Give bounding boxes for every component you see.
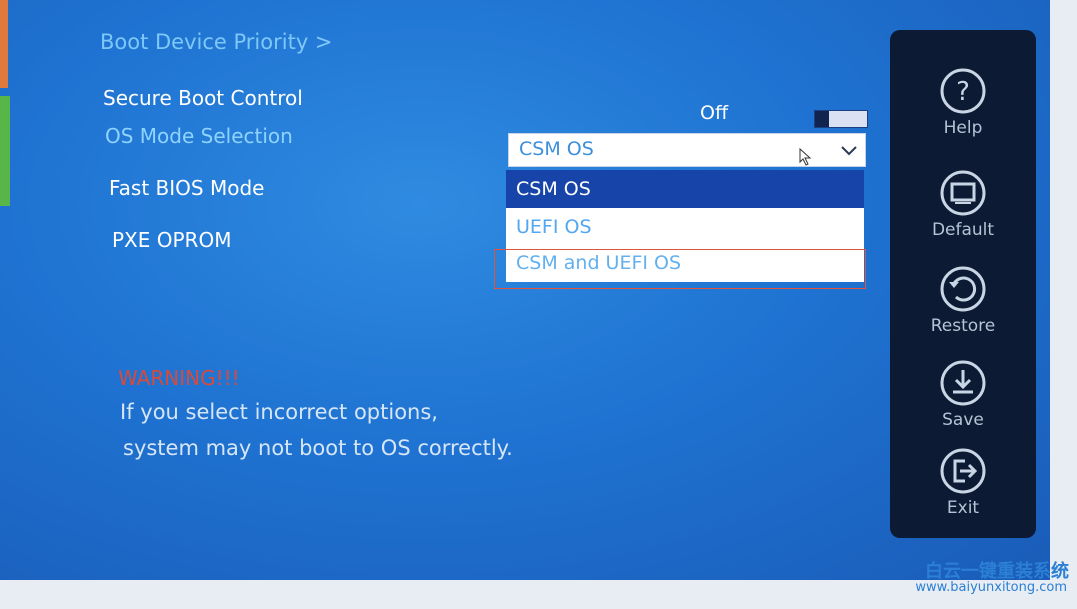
- help-icon: ?: [940, 68, 986, 114]
- exit-button[interactable]: Exit: [890, 446, 1036, 536]
- exit-label: Exit: [946, 498, 980, 518]
- watermark-url: www.baiyunxitong.com: [915, 580, 1067, 595]
- mouse-cursor-icon: [799, 148, 812, 166]
- restore-icon: [940, 266, 986, 312]
- left-edge-strip-green: [0, 96, 10, 206]
- save-label: Save: [942, 410, 984, 430]
- option-csm-os[interactable]: CSM OS: [506, 170, 864, 208]
- left-edge-strip: [0, 0, 8, 88]
- restore-label: Restore: [930, 316, 996, 336]
- default-button[interactable]: Default: [890, 168, 1036, 258]
- svg-text:?: ?: [956, 77, 970, 107]
- help-button[interactable]: ? Help: [890, 66, 1036, 156]
- warning-line-1: If you select incorrect options,: [120, 400, 438, 424]
- toggle-knob: [815, 111, 829, 127]
- os-mode-label[interactable]: OS Mode Selection: [105, 124, 293, 148]
- option-uefi-os[interactable]: UEFI OS: [506, 208, 864, 246]
- secure-boot-label[interactable]: Secure Boot Control: [103, 86, 303, 110]
- fast-bios-label[interactable]: Fast BIOS Mode: [109, 176, 264, 200]
- os-mode-select[interactable]: CSM OS: [508, 133, 866, 167]
- secure-boot-value: Off: [700, 102, 729, 124]
- breadcrumb-boot-device-priority[interactable]: Boot Device Priority >: [100, 30, 333, 54]
- bios-screen: Boot Device Priority > Secure Boot Contr…: [0, 0, 1050, 580]
- annotation-highlight-box: [494, 249, 866, 289]
- save-button[interactable]: Save: [890, 358, 1036, 448]
- secure-boot-toggle[interactable]: [814, 110, 868, 128]
- pxe-oprom-label[interactable]: PXE OPROM: [112, 228, 231, 252]
- action-sidebar: ? Help Default Restore Save Exit: [890, 30, 1036, 538]
- os-mode-selected-value: CSM OS: [519, 138, 594, 160]
- default-icon: [940, 170, 986, 216]
- exit-icon: [940, 448, 986, 494]
- default-label: Default: [931, 220, 995, 240]
- restore-button[interactable]: Restore: [890, 264, 1036, 354]
- chevron-down-icon[interactable]: [839, 140, 859, 160]
- warning-line-2: system may not boot to OS correctly.: [123, 436, 513, 460]
- save-icon: [940, 360, 986, 406]
- help-label: Help: [943, 118, 983, 138]
- warning-title: WARNING!!!: [118, 366, 240, 390]
